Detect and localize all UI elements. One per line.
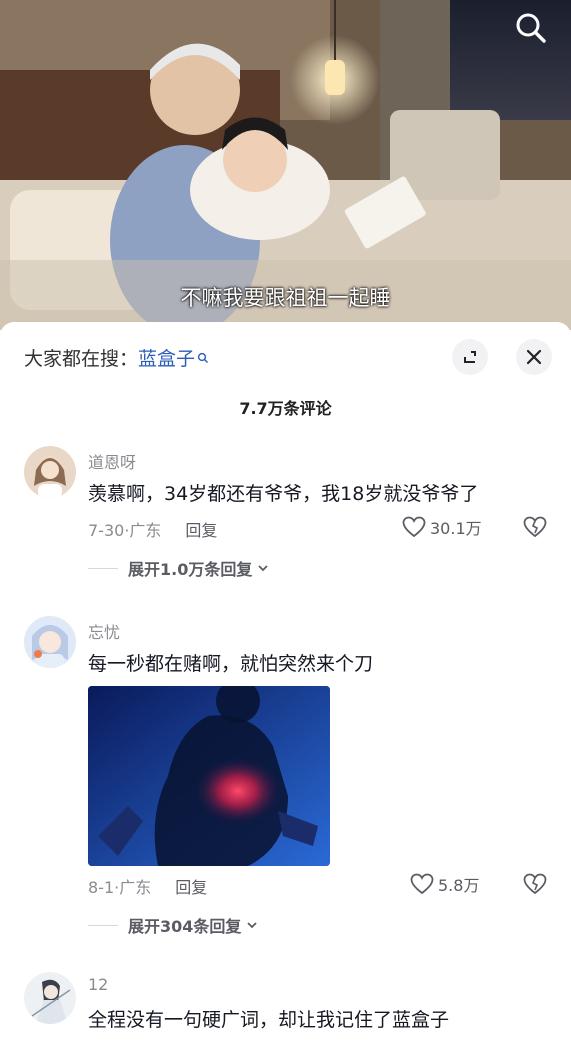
comment-username[interactable]: 忘忧	[88, 619, 120, 643]
comment-count: 7.7万条评论	[239, 399, 332, 418]
divider	[88, 924, 118, 926]
like-button[interactable]: 5.8万	[410, 872, 479, 896]
broken-heart-icon	[523, 873, 547, 895]
chevron-down-icon	[247, 922, 258, 929]
video-player[interactable]: 不嘛我要跟祖祖一起睡	[0, 0, 571, 330]
like-count: 5.8万	[438, 876, 480, 895]
expand-replies-label: 展开1.0万条回复	[128, 560, 253, 579]
dislike-button[interactable]	[523, 516, 547, 542]
like-button[interactable]: 30.1万	[402, 515, 482, 539]
trending-search-keyword[interactable]: 蓝盒子	[138, 344, 195, 371]
video-frame	[0, 0, 571, 330]
search-icon	[197, 352, 209, 363]
comment-date: 8-1·广东	[88, 878, 152, 897]
comment-date: 7-30·广东	[88, 521, 162, 540]
comment-username[interactable]: 12	[88, 975, 108, 994]
comment-sheet: 大家都在搜： 蓝盒子 7.7万条评论 道恩呀 羡慕啊，34岁都还有爷爷，我18岁…	[0, 322, 571, 1041]
broken-heart-icon	[523, 516, 547, 538]
divider	[88, 567, 118, 569]
avatar[interactable]	[24, 616, 76, 668]
reply-button[interactable]: 回复	[175, 874, 207, 898]
expand-button[interactable]	[452, 339, 488, 375]
expand-replies[interactable]: 展开1.0万条回复	[88, 556, 270, 580]
heart-icon	[410, 873, 434, 895]
video-subtitle: 不嘛我要跟祖祖一起睡	[180, 286, 391, 310]
comment-username[interactable]: 道恩呀	[88, 449, 136, 473]
reply-button[interactable]: 回复	[185, 517, 217, 541]
chevron-down-icon	[258, 565, 268, 572]
search-icon[interactable]	[513, 10, 549, 46]
close-button[interactable]	[516, 339, 552, 375]
comment-image[interactable]	[88, 686, 330, 866]
comment-text: 羡慕啊，34岁都还有爷爷，我18岁就没爷爷了	[88, 483, 479, 505]
expand-replies[interactable]: 展开304条回复	[88, 913, 259, 937]
expand-replies-label: 展开304条回复	[128, 917, 242, 936]
comment-text: 每一秒都在赌啊，就怕突然来个刀	[88, 653, 374, 675]
comment-text: 全程没有一句硬广词，却让我记住了蓝盒子	[88, 1009, 450, 1031]
trending-search-prefix: 大家都在搜：	[24, 348, 139, 370]
close-icon	[526, 349, 542, 365]
heart-icon	[402, 516, 426, 538]
avatar[interactable]	[24, 972, 76, 1024]
expand-icon	[464, 351, 476, 363]
like-count: 30.1万	[430, 519, 482, 538]
avatar[interactable]	[24, 446, 76, 498]
dislike-button[interactable]	[523, 873, 547, 899]
trending-search[interactable]: 大家都在搜： 蓝盒子	[24, 344, 209, 371]
